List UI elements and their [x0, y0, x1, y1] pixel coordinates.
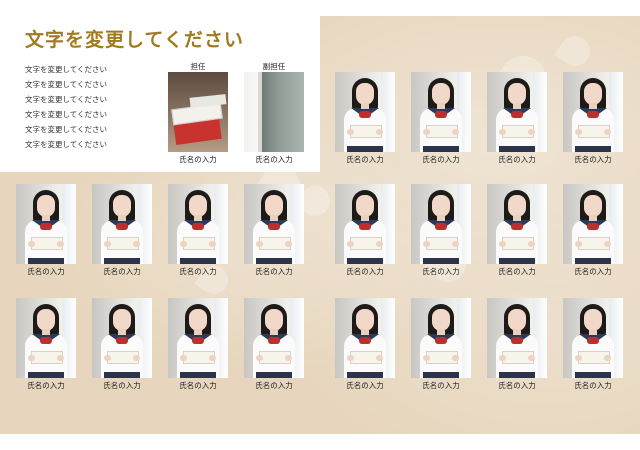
student-card: 氏名の入力 [410, 72, 472, 165]
student-card: 氏名の入力 [15, 184, 77, 277]
assistant-teacher-card: 副担任 氏名の入力 [243, 62, 305, 165]
student-card: 氏名の入力 [562, 72, 624, 165]
student-card: 氏名の入力 [334, 184, 396, 277]
student-name[interactable]: 氏名の入力 [15, 380, 77, 391]
student-card: 氏名の入力 [91, 298, 153, 391]
role-label: 副担任 [262, 62, 286, 71]
student-photo[interactable] [411, 184, 471, 264]
student-photo[interactable] [244, 298, 304, 378]
student-name[interactable]: 氏名の入力 [334, 154, 396, 165]
student-photo[interactable] [16, 184, 76, 264]
student-photo[interactable] [563, 72, 623, 152]
student-name[interactable]: 氏名の入力 [562, 380, 624, 391]
student-name[interactable]: 氏名の入力 [486, 154, 548, 165]
student-photo[interactable] [168, 184, 228, 264]
student-card: 氏名の入力 [562, 184, 624, 277]
student-card: 氏名の入力 [486, 184, 548, 277]
student-name[interactable]: 氏名の入力 [243, 380, 305, 391]
student-name[interactable]: 氏名の入力 [486, 266, 548, 277]
student-card: 氏名の入力 [91, 184, 153, 277]
student-name[interactable]: 氏名の入力 [410, 380, 472, 391]
text-line[interactable]: 文字を変更してください [25, 92, 107, 107]
student-name[interactable]: 氏名の入力 [334, 380, 396, 391]
student-photo[interactable] [335, 184, 395, 264]
student-name[interactable]: 氏名の入力 [243, 266, 305, 277]
student-photo[interactable] [487, 184, 547, 264]
student-photo[interactable] [92, 184, 152, 264]
student-name[interactable]: 氏名の入力 [410, 154, 472, 165]
student-photo[interactable] [92, 298, 152, 378]
student-photo[interactable] [168, 298, 228, 378]
student-name[interactable]: 氏名の入力 [562, 266, 624, 277]
student-card: 氏名の入力 [562, 298, 624, 391]
student-photo[interactable] [335, 72, 395, 152]
text-line[interactable]: 文字を変更してください [25, 62, 107, 77]
student-photo[interactable] [411, 298, 471, 378]
student-card: 氏名の入力 [15, 298, 77, 391]
teacher-name[interactable]: 氏名の入力 [167, 154, 229, 165]
student-photo[interactable] [335, 298, 395, 378]
student-card: 氏名の入力 [243, 184, 305, 277]
text-line[interactable]: 文字を変更してください [25, 137, 107, 152]
assistant-teacher-name[interactable]: 氏名の入力 [243, 154, 305, 165]
student-name[interactable]: 氏名の入力 [15, 266, 77, 277]
student-card: 氏名の入力 [486, 298, 548, 391]
text-line[interactable]: 文字を変更してください [25, 77, 107, 92]
student-name[interactable]: 氏名の入力 [410, 266, 472, 277]
student-name[interactable]: 氏名の入力 [486, 380, 548, 391]
student-card: 氏名の入力 [410, 184, 472, 277]
student-photo[interactable] [244, 184, 304, 264]
bottom-margin [0, 434, 640, 450]
student-photo[interactable] [16, 298, 76, 378]
student-card: 氏名の入力 [486, 72, 548, 165]
student-photo[interactable] [563, 298, 623, 378]
page-title[interactable]: 文字を変更してください [25, 25, 244, 52]
student-card: 氏名の入力 [410, 298, 472, 391]
student-photo[interactable] [487, 298, 547, 378]
assistant-teacher-photo[interactable] [244, 72, 304, 152]
student-name[interactable]: 氏名の入力 [167, 380, 229, 391]
student-name[interactable]: 氏名の入力 [167, 266, 229, 277]
student-name[interactable]: 氏名の入力 [91, 380, 153, 391]
student-photo[interactable] [563, 184, 623, 264]
student-name[interactable]: 氏名の入力 [562, 154, 624, 165]
student-card: 氏名の入力 [167, 298, 229, 391]
student-name[interactable]: 氏名の入力 [91, 266, 153, 277]
top-margin [0, 0, 640, 16]
text-lines: 文字を変更してください 文字を変更してください 文字を変更してください 文字を変… [25, 62, 107, 152]
yearbook-page: 文字を変更してください 文字を変更してください 文字を変更してください 文字を変… [0, 0, 640, 450]
role-label: 担任 [190, 62, 206, 71]
teacher-photo[interactable] [168, 72, 228, 152]
student-card: 氏名の入力 [167, 184, 229, 277]
student-card: 氏名の入力 [334, 72, 396, 165]
student-photo[interactable] [487, 72, 547, 152]
text-line[interactable]: 文字を変更してください [25, 107, 107, 122]
text-line[interactable]: 文字を変更してください [25, 122, 107, 137]
student-card: 氏名の入力 [334, 298, 396, 391]
student-name[interactable]: 氏名の入力 [334, 266, 396, 277]
student-card: 氏名の入力 [243, 298, 305, 391]
homeroom-teacher-card: 担任 氏名の入力 [167, 62, 229, 165]
student-photo[interactable] [411, 72, 471, 152]
